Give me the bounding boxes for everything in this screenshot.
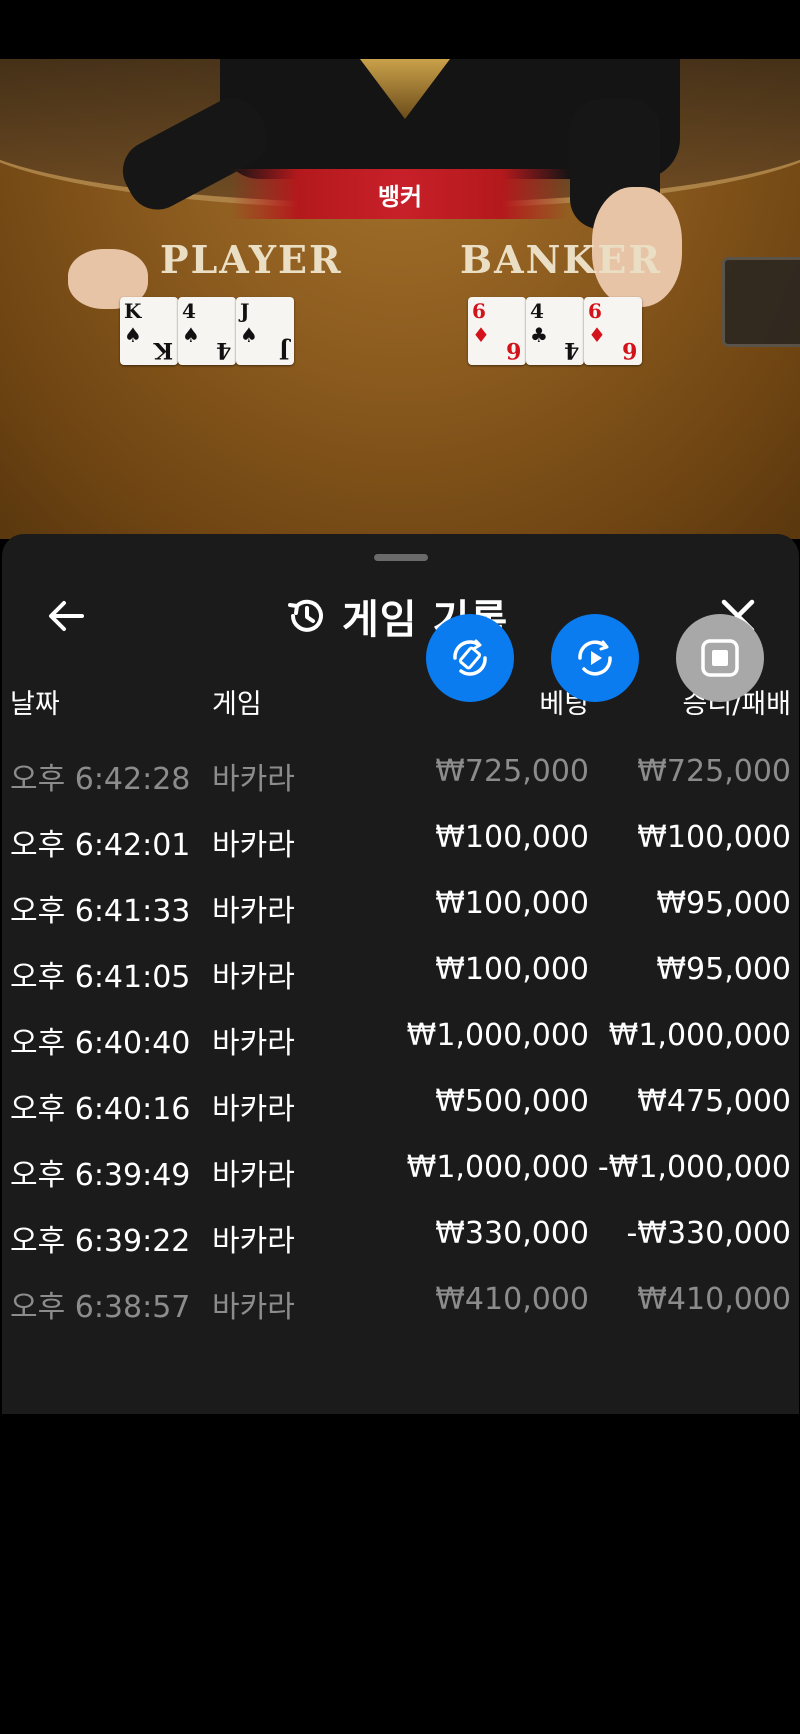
cell-date: 오후 6:41:33 [10, 894, 191, 929]
cell-game: 바카라 [212, 960, 295, 995]
history-row-partial [2, 1334, 799, 1374]
cell-date: 오후 6:38:57 [10, 1290, 191, 1325]
banker-card: 6 ♦ 6 [468, 297, 526, 365]
card-rank-inverted: 4 [215, 337, 231, 363]
history-list[interactable]: 오후 6:42:28 바카라 ₩725,000 ₩725,000 오후 6:42:01 바… [2, 740, 799, 1374]
drag-handle[interactable] [374, 554, 428, 561]
history-icon [288, 599, 323, 632]
cell-win: ₩725,000 [637, 754, 791, 789]
cell-win: ₩100,000 [637, 820, 791, 855]
replay-button[interactable] [551, 614, 639, 702]
cell-win: ₩1,000,000 [608, 1018, 791, 1053]
stop-record-icon [701, 639, 739, 677]
card-rank: 4 [530, 299, 544, 323]
card-rank-inverted: J [278, 337, 289, 363]
history-row[interactable]: 오후 6:40:40 바카라 ₩1,000,000 ₩1,000,000 [2, 1004, 799, 1070]
stop-record-button[interactable] [676, 614, 764, 702]
history-row[interactable]: 오후 6:39:49 바카라 ₩1,000,000 -₩1,000,000 [2, 1136, 799, 1202]
cell-game: 바카라 [212, 828, 295, 863]
cell-game: 바카라 [212, 1158, 295, 1193]
history-row[interactable]: 오후 6:41:33 바카라 ₩100,000 ₩95,000 [2, 872, 799, 938]
cell-win: ₩95,000 [656, 886, 791, 921]
replay-icon [578, 640, 612, 676]
column-header-date: 날짜 [10, 689, 60, 720]
cell-bet: ₩100,000 [435, 820, 589, 855]
card-rank-inverted: 6 [505, 337, 521, 363]
cell-date: 오후 6:41:05 [10, 960, 191, 995]
cell-game: 바카라 [212, 1092, 295, 1127]
player-card: 4 ♠ 4 [178, 297, 236, 365]
card-rank: J [240, 299, 250, 323]
result-banner: 뱅커 [230, 169, 570, 219]
player-card: K ♠ K [120, 297, 178, 365]
column-header-game: 게임 [212, 689, 262, 720]
card-rank: K [124, 299, 142, 323]
card-rank: 6 [588, 299, 602, 323]
rotate-screen-icon [453, 639, 487, 676]
cell-date: 오후 6:42:01 [10, 828, 191, 863]
cell-game: 바카라 [212, 894, 295, 929]
cell-bet: ₩1,000,000 [406, 1150, 589, 1185]
cell-game: 바카라 [212, 1224, 295, 1259]
cell-date: 오후 6:40:16 [10, 1092, 191, 1127]
history-row[interactable]: 오후 6:41:05 바카라 ₩100,000 ₩95,000 [2, 938, 799, 1004]
cell-date: 오후 6:39:22 [10, 1224, 191, 1259]
cell-game: 바카라 [212, 1026, 295, 1061]
back-button[interactable] [38, 588, 94, 644]
cell-bet: ₩1,000,000 [406, 1018, 589, 1053]
card-shoe [722, 257, 800, 347]
cell-win: -₩1,000,000 [597, 1150, 791, 1185]
arrow-left-icon [49, 601, 84, 631]
card-rank-inverted: 4 [563, 337, 579, 363]
card-rank-inverted: 6 [621, 337, 637, 363]
rotate-screen-button[interactable] [426, 614, 514, 702]
cell-win: -₩330,000 [626, 1216, 791, 1251]
player-card: J ♠ J [236, 297, 294, 365]
history-row[interactable]: 오후 6:39:22 바카라 ₩330,000 -₩330,000 [2, 1202, 799, 1268]
cell-bet: ₩725,000 [435, 754, 589, 789]
card-rank: 4 [182, 299, 196, 323]
cell-bet: ₩100,000 [435, 952, 589, 987]
cell-bet: ₩410,000 [435, 1282, 589, 1317]
cell-win: ₩95,000 [656, 952, 791, 987]
cell-win: ₩410,000 [637, 1282, 791, 1317]
cell-date: 오후 6:40:40 [10, 1026, 191, 1061]
banker-label: BANKER [460, 237, 662, 282]
player-label: PLAYER [160, 237, 343, 282]
cell-game: 바카라 [212, 1290, 295, 1325]
history-row[interactable]: 오후 6:40:16 바카라 ₩500,000 ₩475,000 [2, 1070, 799, 1136]
card-rank: 6 [472, 299, 486, 323]
live-video-feed: 뱅커 PLAYER BANKER K ♠ K 4 ♠ 4 J ♠ J 6 ♦ 6 4 ♣ 4 6 ♦ 6 [0, 59, 800, 539]
banker-card: 6 ♦ 6 [584, 297, 642, 365]
cell-date: 오후 6:39:49 [10, 1158, 191, 1193]
cell-bet: ₩330,000 [435, 1216, 589, 1251]
cell-win: ₩475,000 [637, 1084, 791, 1119]
cell-game: 바카라 [212, 762, 295, 797]
history-row[interactable]: 오후 6:38:57 바카라 ₩410,000 ₩410,000 [2, 1268, 799, 1334]
history-row[interactable]: 오후 6:42:01 바카라 ₩100,000 ₩100,000 [2, 806, 799, 872]
card-rank-inverted: K [153, 337, 173, 363]
history-row[interactable]: 오후 6:42:28 바카라 ₩725,000 ₩725,000 [2, 740, 799, 806]
cell-bet: ₩100,000 [435, 886, 589, 921]
cell-bet: ₩500,000 [435, 1084, 589, 1119]
cell-date: 오후 6:42:28 [10, 762, 191, 797]
banker-card: 4 ♣ 4 [526, 297, 584, 365]
